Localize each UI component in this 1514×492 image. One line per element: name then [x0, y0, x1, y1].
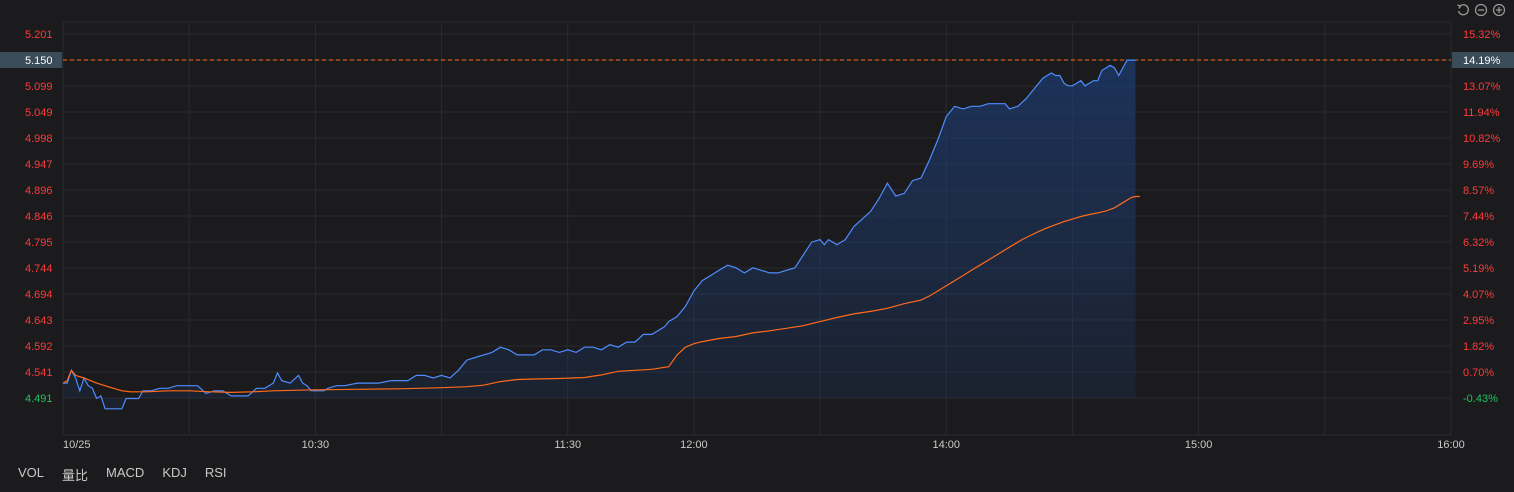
- x-tick-label: 12:00: [680, 439, 708, 451]
- y-right-tick-label: 5.19%: [1463, 263, 1494, 275]
- zoom-out-icon[interactable]: [1474, 3, 1488, 17]
- y-tick-label: 4.744: [25, 263, 53, 275]
- chart-toolbar: [1456, 3, 1506, 17]
- y-tick-label: 5.099: [25, 81, 53, 93]
- indicator-tabs: VOL 量比 MACD KDJ RSI: [18, 465, 245, 484]
- price-chart[interactable]: 5.201 5.150 5.099 5.049 4.998 4.947 4.896 4.846…: [0, 0, 1514, 460]
- y-tick-label: 4.896: [25, 185, 53, 197]
- tab-volume-ratio[interactable]: 量比: [62, 465, 88, 484]
- reset-icon[interactable]: [1456, 3, 1470, 17]
- y-tick-label: 5.201: [25, 29, 53, 41]
- zoom-in-icon[interactable]: [1492, 3, 1506, 17]
- y-right-tick-label: 15.32%: [1463, 29, 1501, 41]
- y-right-tick-label: 4.07%: [1463, 289, 1494, 301]
- y-tick-label: 4.491: [25, 393, 53, 405]
- y-right-tick-label: 0.70%: [1463, 367, 1494, 379]
- date-label: 10/25: [63, 439, 91, 451]
- y-right-tick-label: 9.69%: [1463, 159, 1494, 171]
- x-tick-label: 14:00: [933, 439, 961, 451]
- y-right-tick-label: 13.07%: [1463, 81, 1501, 93]
- y-tick-label: 4.694: [25, 289, 53, 301]
- tab-kdj[interactable]: KDJ: [162, 465, 187, 484]
- y-right-tick-label: 8.57%: [1463, 185, 1494, 197]
- y-right-tick-label: -0.43%: [1463, 393, 1498, 405]
- y-right-tick-label: 11.94%: [1463, 107, 1500, 119]
- y-right-tick-label: 1.82%: [1463, 341, 1494, 353]
- y-tick-label: 5.049: [25, 107, 53, 119]
- y-right-tick-label: 6.32%: [1463, 237, 1494, 249]
- x-tick-label: 16:00: [1437, 439, 1465, 451]
- tab-rsi[interactable]: RSI: [205, 465, 227, 484]
- y-tick-label: 5.150: [25, 55, 53, 67]
- y-tick-label: 4.846: [25, 211, 53, 223]
- y-right-tick-label: 10.82%: [1463, 133, 1501, 145]
- y-tick-label: 4.643: [25, 315, 53, 327]
- y-right-tick-label: 14.19%: [1463, 55, 1501, 67]
- y-tick-label: 4.541: [25, 367, 53, 379]
- y-right-tick-label: 7.44%: [1463, 211, 1494, 223]
- y-tick-label: 4.795: [25, 237, 53, 249]
- y-tick-label: 4.998: [25, 133, 53, 145]
- x-tick-label: 15:00: [1185, 439, 1213, 451]
- y-tick-label: 4.947: [25, 159, 53, 171]
- y-tick-label: 4.592: [25, 341, 53, 353]
- tab-vol[interactable]: VOL: [18, 465, 44, 484]
- tab-macd[interactable]: MACD: [106, 465, 144, 484]
- y-right-tick-label: 2.95%: [1463, 315, 1494, 327]
- x-tick-label: 11:30: [554, 439, 581, 451]
- x-tick-label: 10:30: [302, 439, 330, 451]
